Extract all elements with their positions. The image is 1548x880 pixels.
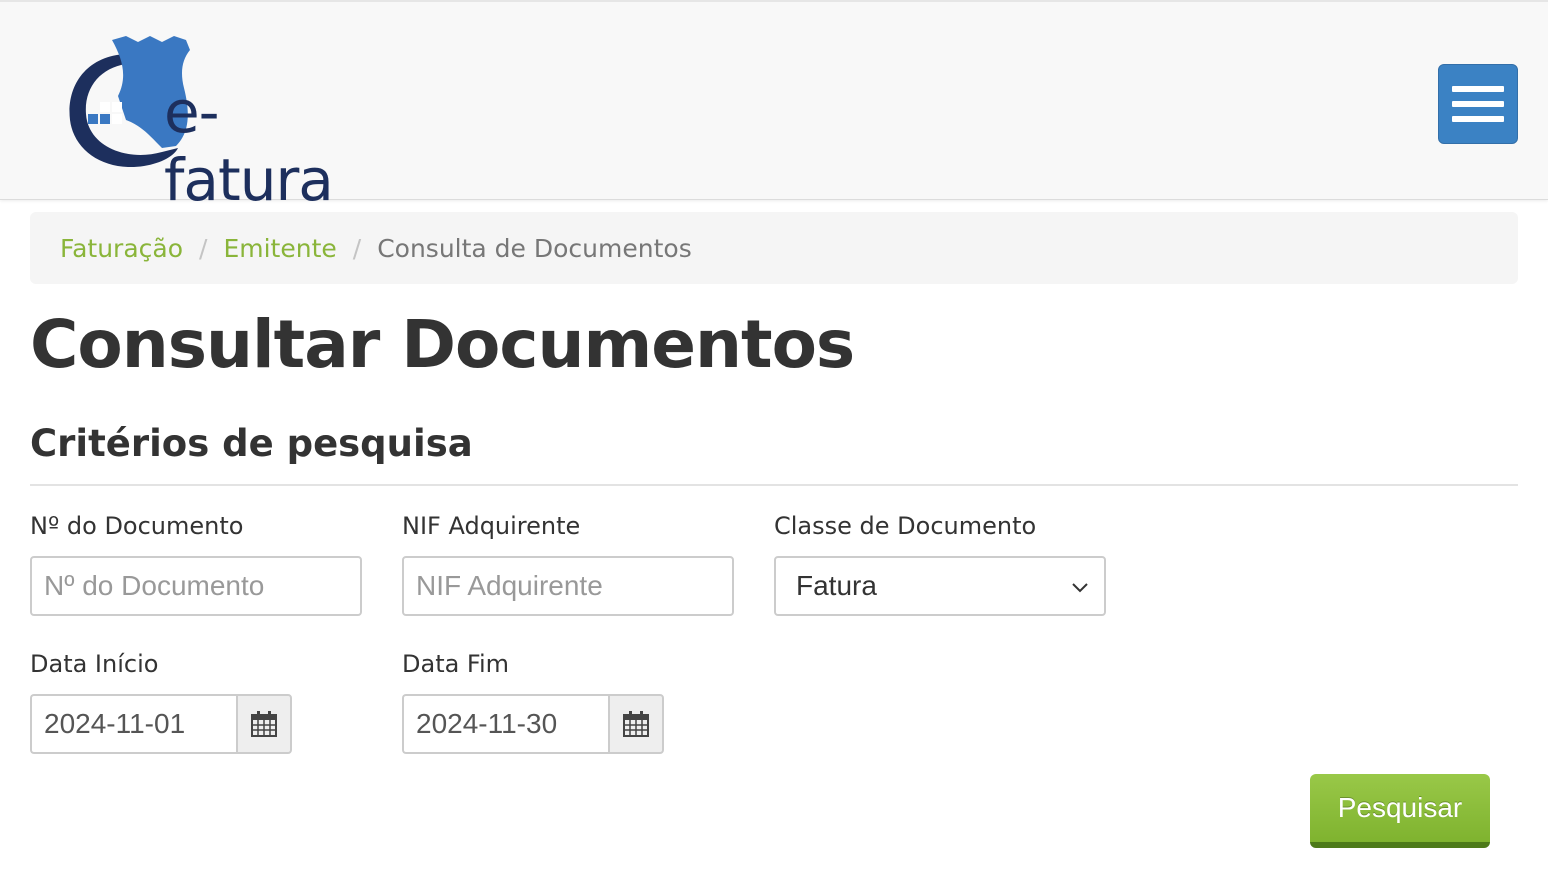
doc-class-label: Classe de Documento	[774, 512, 1037, 540]
section-title: Critérios de pesquisa	[30, 422, 473, 465]
start-date-calendar-button[interactable]	[236, 694, 292, 754]
breadcrumb-link-faturacao[interactable]: Faturação	[60, 234, 183, 263]
breadcrumb-separator: /	[199, 233, 208, 263]
start-date-input[interactable]	[30, 694, 236, 754]
breadcrumb-link-emitente[interactable]: Emitente	[223, 234, 336, 263]
doc-number-label: Nº do Documento	[30, 512, 244, 540]
doc-class-select[interactable]: Fatura	[774, 556, 1106, 616]
hamburger-icon	[1452, 86, 1504, 92]
calendar-icon	[623, 711, 649, 737]
hamburger-icon	[1452, 101, 1504, 107]
doc-class-selected: Fatura	[796, 570, 877, 601]
page-title: Consultar Documentos	[30, 306, 855, 383]
end-date-label: Data Fim	[402, 650, 510, 678]
menu-toggle-button[interactable]	[1438, 64, 1518, 144]
logo-text: e-fatura	[164, 78, 334, 214]
start-date-group	[30, 694, 292, 754]
breadcrumb: Faturação / Emitente / Consulta de Docum…	[30, 212, 1518, 284]
nif-input[interactable]	[402, 556, 734, 616]
search-button[interactable]: Pesquisar	[1310, 774, 1490, 848]
breadcrumb-current: Consulta de Documentos	[377, 233, 692, 263]
start-date-label: Data Início	[30, 650, 159, 678]
calendar-icon	[251, 711, 277, 737]
end-date-group	[402, 694, 664, 754]
doc-number-input[interactable]	[30, 556, 362, 616]
site-header: e-fatura	[0, 0, 1548, 214]
end-date-input[interactable]	[402, 694, 608, 754]
chevron-down-icon	[1072, 583, 1088, 593]
section-divider	[30, 484, 1518, 486]
end-date-calendar-button[interactable]	[608, 694, 664, 754]
breadcrumb-separator: /	[352, 233, 362, 263]
efatura-logo[interactable]: e-fatura	[66, 36, 386, 214]
nif-label: NIF Adquirente	[402, 512, 581, 540]
hamburger-icon	[1452, 116, 1504, 122]
